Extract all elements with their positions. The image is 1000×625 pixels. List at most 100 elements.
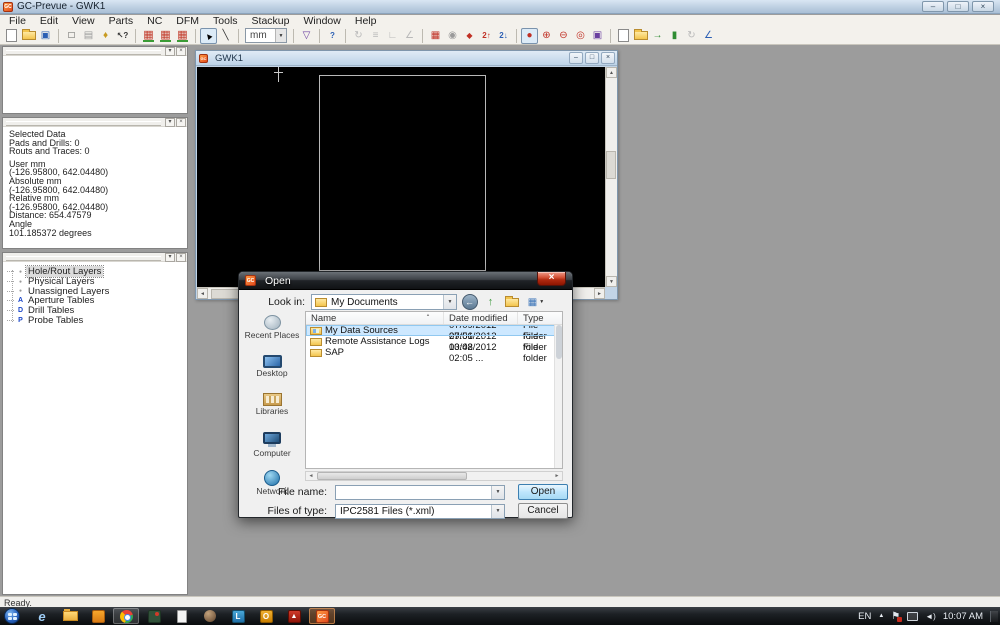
canvas-vertical-scrollbar[interactable]: ▲ ▼ xyxy=(605,67,617,287)
panel-close-icon[interactable]: × xyxy=(176,118,186,127)
sidebar-item-recent-places[interactable]: Recent Places xyxy=(243,310,301,340)
select-tool-icon[interactable]: ▲ xyxy=(200,28,217,44)
pad-box-icon[interactable]: ▣ xyxy=(589,28,606,44)
child-close-button[interactable]: × xyxy=(601,52,615,64)
dialog-titlebar[interactable]: GC Open × xyxy=(239,272,572,290)
sort-asc-icon[interactable]: 2↑ xyxy=(478,28,495,44)
scroll-left-icon[interactable]: ◄ xyxy=(197,288,208,299)
scroll-right-icon[interactable]: ► xyxy=(594,288,605,299)
menu-nc[interactable]: NC xyxy=(140,15,169,27)
cancel-button[interactable]: Cancel xyxy=(518,503,568,519)
layer-table-1-icon[interactable]: ▦ xyxy=(140,28,157,44)
scroll-down-icon[interactable]: ▼ xyxy=(606,276,617,287)
menu-parts[interactable]: Parts xyxy=(102,15,141,27)
green-bar-icon[interactable]: ▮ xyxy=(666,28,683,44)
volume-icon[interactable]: ◄) xyxy=(925,612,936,621)
files-of-type-select[interactable]: IPC2581 Files (*.xml) ▼ xyxy=(335,504,505,519)
taskbar-item-document-app[interactable] xyxy=(169,608,195,624)
taskbar-item-chrome[interactable] xyxy=(113,608,139,624)
open-file-icon[interactable] xyxy=(20,28,37,44)
print-preview-icon[interactable]: □ xyxy=(63,28,80,44)
rotate-icon[interactable]: ↻ xyxy=(350,28,367,44)
context-help-icon[interactable]: ↖? xyxy=(114,28,131,44)
pcb-canvas[interactable] xyxy=(197,67,605,287)
taskbar-item-outlook[interactable]: O xyxy=(253,608,279,624)
save-file-icon[interactable]: ▣ xyxy=(37,28,54,44)
file-list-horizontal-scrollbar[interactable]: ◄ ► xyxy=(305,471,563,481)
taskbar-item-explorer[interactable] xyxy=(57,608,83,624)
menu-help[interactable]: Help xyxy=(348,15,384,27)
child-minimize-button[interactable]: – xyxy=(569,52,583,64)
taskbar-item-round-app[interactable] xyxy=(197,608,223,624)
dropdown-icon[interactable]: ▼ xyxy=(443,295,456,309)
child-titlebar[interactable]: GC GWK1 xyxy=(196,51,617,66)
scroll-thumb[interactable] xyxy=(556,325,562,359)
taskbar-item-adobe-reader[interactable]: ▲ xyxy=(281,608,307,624)
panel-grip[interactable]: ▾ × xyxy=(3,253,187,262)
open-button[interactable]: Open xyxy=(518,484,568,500)
pad-minus-icon[interactable]: ⊖ xyxy=(555,28,572,44)
show-desktop-button[interactable] xyxy=(990,611,998,622)
doc-icon[interactable] xyxy=(615,28,632,44)
clock[interactable]: 10:07 AM xyxy=(943,611,983,622)
line-tool-icon[interactable]: ╲ xyxy=(217,28,234,44)
query-icon[interactable]: ? xyxy=(324,28,341,44)
plot-icon[interactable]: ∠ xyxy=(700,28,717,44)
menu-stackup[interactable]: Stackup xyxy=(245,15,297,27)
child-maximize-button[interactable]: □ xyxy=(585,52,599,64)
angle-icon[interactable]: ∠ xyxy=(401,28,418,44)
hidden-icons-icon[interactable]: ▲ xyxy=(878,613,884,619)
units-dropdown-icon[interactable]: ▼ xyxy=(275,29,286,42)
menu-file[interactable]: File xyxy=(2,15,33,27)
minimize-button[interactable]: – xyxy=(922,1,944,12)
file-list-vertical-scrollbar[interactable] xyxy=(554,325,562,468)
tree-item-probe-tables[interactable]: P Probe Tables xyxy=(3,315,187,325)
maximize-button[interactable]: □ xyxy=(947,1,969,12)
column-name[interactable]: Name xyxy=(306,312,444,324)
menu-tools[interactable]: Tools xyxy=(206,15,245,27)
align-icon[interactable]: ≡ xyxy=(367,28,384,44)
globe-icon[interactable]: ◉ xyxy=(444,28,461,44)
column-type[interactable]: Type xyxy=(518,312,562,324)
corner-icon[interactable]: ∟ xyxy=(384,28,401,44)
file-row-sap[interactable]: SAP 10/08/2012 02:05 ... File folder xyxy=(306,347,562,358)
pad-grid-icon[interactable]: ▦ xyxy=(427,28,444,44)
keys-icon[interactable]: ♦ xyxy=(97,28,114,44)
panel-close-icon[interactable]: × xyxy=(176,253,186,262)
import-icon[interactable]: → xyxy=(649,28,666,44)
panel-collapse-icon[interactable]: ▾ xyxy=(165,47,175,56)
bracket-pad-icon[interactable]: ◆ xyxy=(461,28,478,44)
new-file-icon[interactable] xyxy=(3,28,20,44)
close-button[interactable]: × xyxy=(972,1,994,12)
taskbar-item-orange-app[interactable] xyxy=(85,608,111,624)
file-name-input[interactable]: ▼ xyxy=(335,485,505,500)
sidebar-item-libraries[interactable]: Libraries xyxy=(243,386,301,416)
refresh-icon[interactable]: ↻ xyxy=(683,28,700,44)
panel-collapse-icon[interactable]: ▾ xyxy=(165,118,175,127)
panel-close-icon[interactable]: × xyxy=(176,47,186,56)
start-button[interactable] xyxy=(4,608,20,624)
sidebar-item-computer[interactable]: Computer xyxy=(243,424,301,458)
open-project-icon[interactable] xyxy=(632,28,649,44)
back-button[interactable]: ← xyxy=(461,294,478,310)
look-in-select[interactable]: My Documents ▼ xyxy=(311,294,457,310)
units-select[interactable]: mm ▼ xyxy=(245,28,287,43)
scroll-up-icon[interactable]: ▲ xyxy=(606,67,617,78)
menu-dfm[interactable]: DFM xyxy=(169,15,206,27)
sort-desc-icon[interactable]: 2↓ xyxy=(495,28,512,44)
taskbar-item-green-app[interactable] xyxy=(141,608,167,624)
scroll-left-icon[interactable]: ◄ xyxy=(306,472,316,480)
action-center-flag-icon[interactable]: ⚑ xyxy=(891,611,900,622)
pad-solid-icon[interactable]: ● xyxy=(521,28,538,44)
scroll-thumb[interactable] xyxy=(606,151,616,179)
scroll-thumb[interactable] xyxy=(317,472,467,480)
dropdown-icon[interactable]: ▼ xyxy=(491,505,504,518)
taskbar-item-lync[interactable]: L xyxy=(225,608,251,624)
print-icon[interactable]: ▤ xyxy=(80,28,97,44)
panel-grip[interactable]: ▾ × xyxy=(3,118,187,127)
taskbar-item-gc-prevue[interactable]: GC xyxy=(309,608,335,624)
view-menu-button[interactable]: ▦ ▼ xyxy=(524,294,548,310)
sidebar-item-desktop[interactable]: Desktop xyxy=(243,348,301,378)
column-date-modified[interactable]: Date modified xyxy=(444,312,518,324)
pad-plus-icon[interactable]: ⊕ xyxy=(538,28,555,44)
